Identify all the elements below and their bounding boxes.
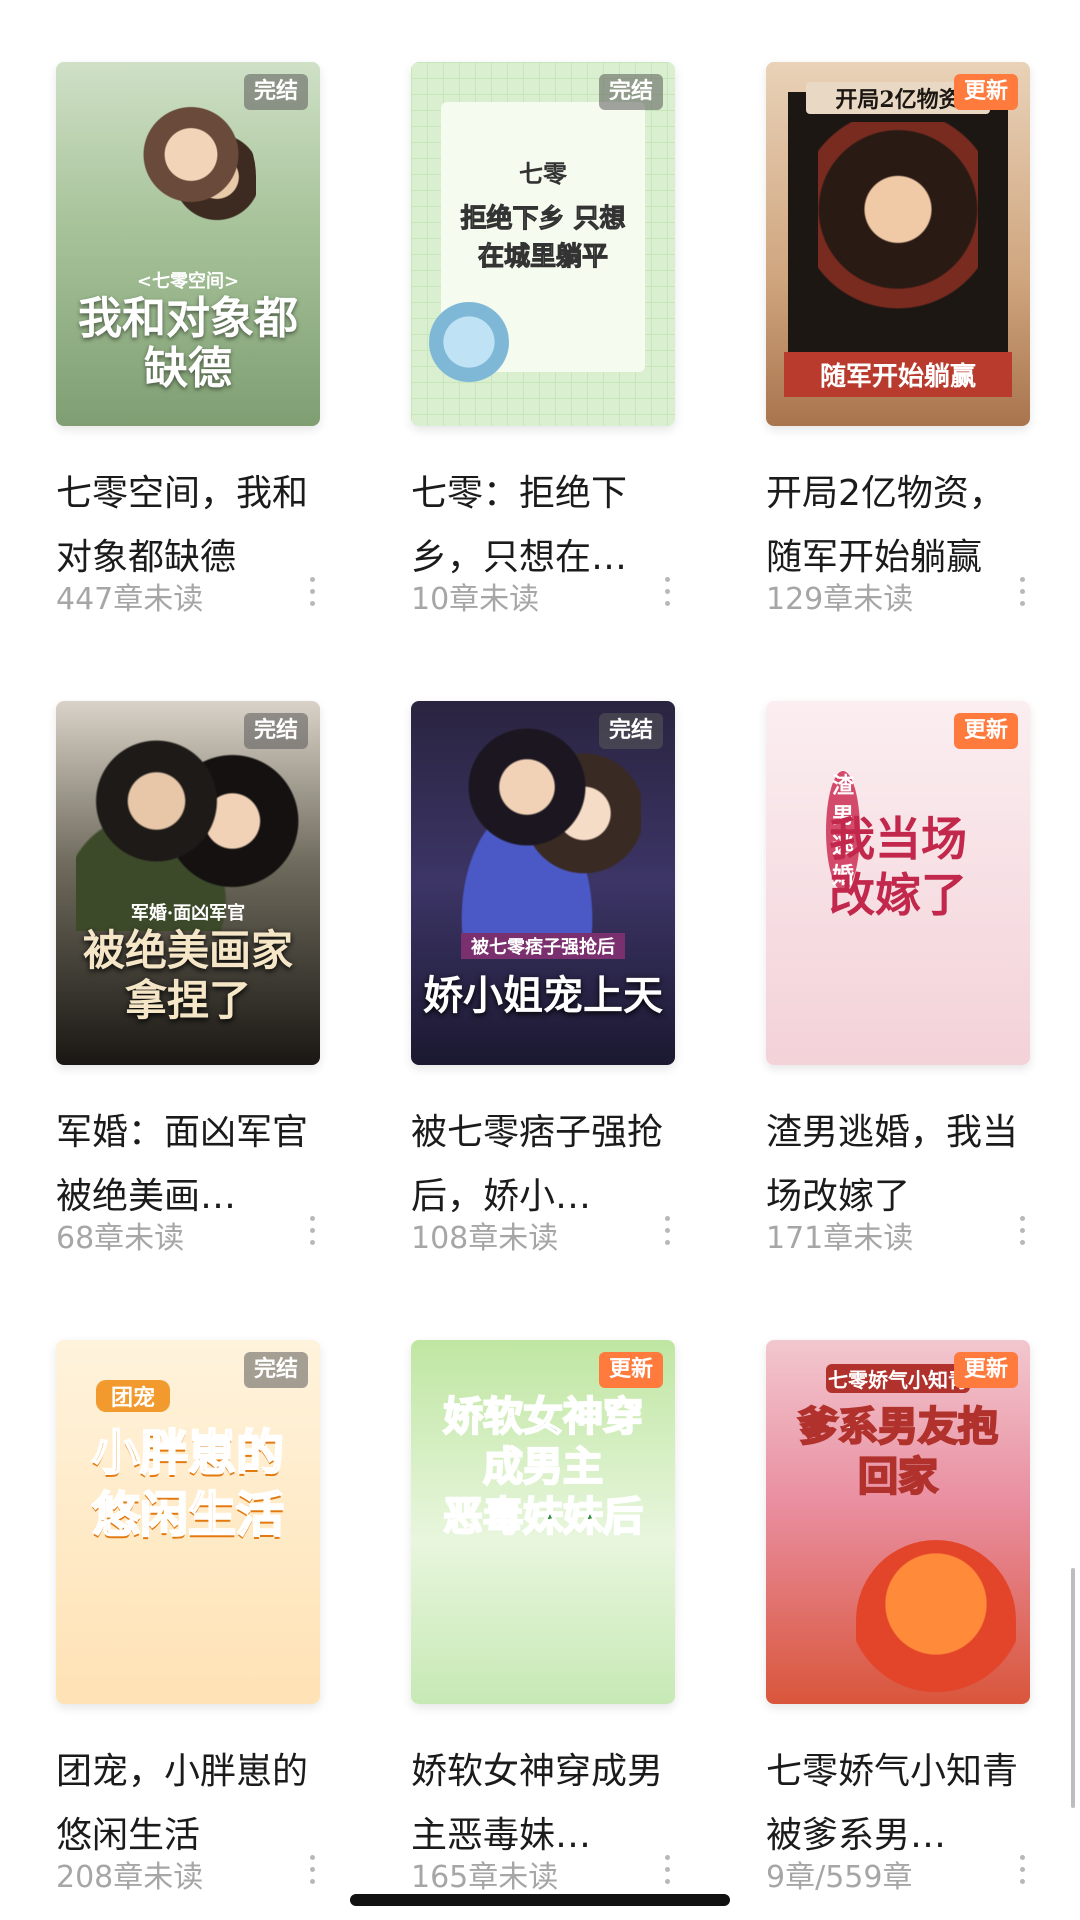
cover-illustration	[856, 1540, 1016, 1700]
more-options-icon[interactable]	[661, 1855, 673, 1889]
cover-subtitle: 恶毒妹妹后	[442, 1492, 644, 1541]
cover-subtitle: 七零	[519, 159, 567, 188]
book-title[interactable]: 渣男逃婚，我当场改嫁了	[766, 1101, 1030, 1229]
status-badge: 完结	[598, 74, 663, 110]
status-badge: 更新	[598, 1352, 663, 1388]
book-title[interactable]: 娇软女神穿成男主恶毒妹…	[411, 1740, 675, 1868]
book-cover[interactable]: 被七零痞子强抢后 娇小姐宠上天 完结	[411, 701, 675, 1065]
cover-title: 拒绝下乡 只想在城里躺平	[460, 204, 626, 273]
home-indicator[interactable]	[350, 1894, 730, 1906]
status-badge: 完结	[243, 713, 308, 749]
book-cover[interactable]: 七零娇气小知青 爹系男友抱回家 更新	[766, 1340, 1030, 1704]
more-options-icon[interactable]	[306, 1855, 318, 1889]
cover-illustration	[126, 102, 256, 252]
book-title[interactable]: 军婚：面凶军官被绝美画…	[56, 1101, 320, 1229]
book-cover[interactable]: 开局2亿物资 随军开始躺赢 更新	[766, 62, 1030, 426]
book-title[interactable]: 七零：拒绝下乡，只想在…	[411, 462, 675, 590]
more-options-icon[interactable]	[1016, 1216, 1028, 1250]
cover-title: 爹系男友抱回家	[797, 1402, 999, 1501]
book-title[interactable]: 七零娇气小知青被爹系男…	[766, 1740, 1030, 1868]
unread-count: 10章未读	[411, 582, 540, 617]
cover-illustration	[451, 721, 641, 941]
cover-illustration	[818, 122, 978, 352]
cover-title: 随军开始躺赢	[784, 352, 1012, 397]
cover-title: 我当场改嫁了	[829, 812, 967, 922]
cover-title: 小胖崽的悠闲生活	[91, 1424, 285, 1544]
book-cover[interactable]: 娇软女神穿成男主 恶毒妹妹后 更新	[411, 1340, 675, 1704]
book-title[interactable]: 七零空间，我和对象都缺德	[56, 462, 320, 590]
status-badge: 更新	[953, 713, 1018, 749]
book-cover[interactable]: 团宠 小胖崽的悠闲生活 完结	[56, 1340, 320, 1704]
status-badge: 完结	[243, 1352, 308, 1388]
cover-title: 我和对象都缺德	[78, 293, 298, 394]
unread-count: 447章未读	[56, 582, 204, 617]
bookshelf-grid: <七零空间> 我和对象都缺德 完结 七零空间，我和对象都缺德 447章未读 七零…	[0, 0, 1080, 1920]
cover-subtitle: 被七零痞子强抢后	[461, 933, 625, 959]
unread-count: 165章未读	[411, 1860, 559, 1895]
book-title[interactable]: 团宠，小胖崽的悠闲生活	[56, 1740, 320, 1868]
book-cover[interactable]: 渣男逃婚 我当场改嫁了 更新	[766, 701, 1030, 1065]
cover-title: 被绝美画家拿捏了	[82, 926, 293, 1025]
more-options-icon[interactable]	[1016, 1855, 1028, 1889]
cover-subtitle: 七零娇气小知青	[826, 1364, 970, 1393]
unread-count: 108章未读	[411, 1221, 559, 1256]
book-cover[interactable]: 七零 拒绝下乡 只想在城里躺平 完结	[411, 62, 675, 426]
more-options-icon[interactable]	[1016, 577, 1028, 611]
status-badge: 更新	[953, 1352, 1018, 1388]
more-options-icon[interactable]	[306, 577, 318, 611]
book-cover[interactable]: <七零空间> 我和对象都缺德 完结	[56, 62, 320, 426]
unread-count: 129章未读	[766, 582, 914, 617]
status-badge: 更新	[953, 74, 1018, 110]
cover-title: 娇小姐宠上天	[423, 972, 663, 1019]
cover-title: 娇软女神穿成男主	[442, 1392, 644, 1491]
more-options-icon[interactable]	[306, 1216, 318, 1250]
more-options-icon[interactable]	[661, 1216, 673, 1250]
book-cover[interactable]: 军婚·面凶军官 被绝美画家拿捏了 完结	[56, 701, 320, 1065]
unread-count: 171章未读	[766, 1221, 914, 1256]
cover-illustration	[429, 302, 509, 402]
status-badge: 完结	[243, 74, 308, 110]
unread-count: 68章未读	[56, 1221, 185, 1256]
status-badge: 完结	[598, 713, 663, 749]
cover-subtitle: 团宠	[96, 1380, 170, 1412]
scrollbar[interactable]	[1071, 1568, 1075, 1808]
cover-subtitle: <七零空间>	[136, 271, 240, 292]
book-title[interactable]: 开局2亿物资，随军开始躺赢	[766, 462, 1030, 590]
unread-count: 208章未读	[56, 1860, 204, 1895]
book-title[interactable]: 被七零痞子强抢后，娇小…	[411, 1101, 675, 1229]
unread-count: 9章/559章	[766, 1860, 913, 1895]
cover-subtitle: 军婚·面凶军官	[130, 903, 246, 924]
more-options-icon[interactable]	[661, 577, 673, 611]
